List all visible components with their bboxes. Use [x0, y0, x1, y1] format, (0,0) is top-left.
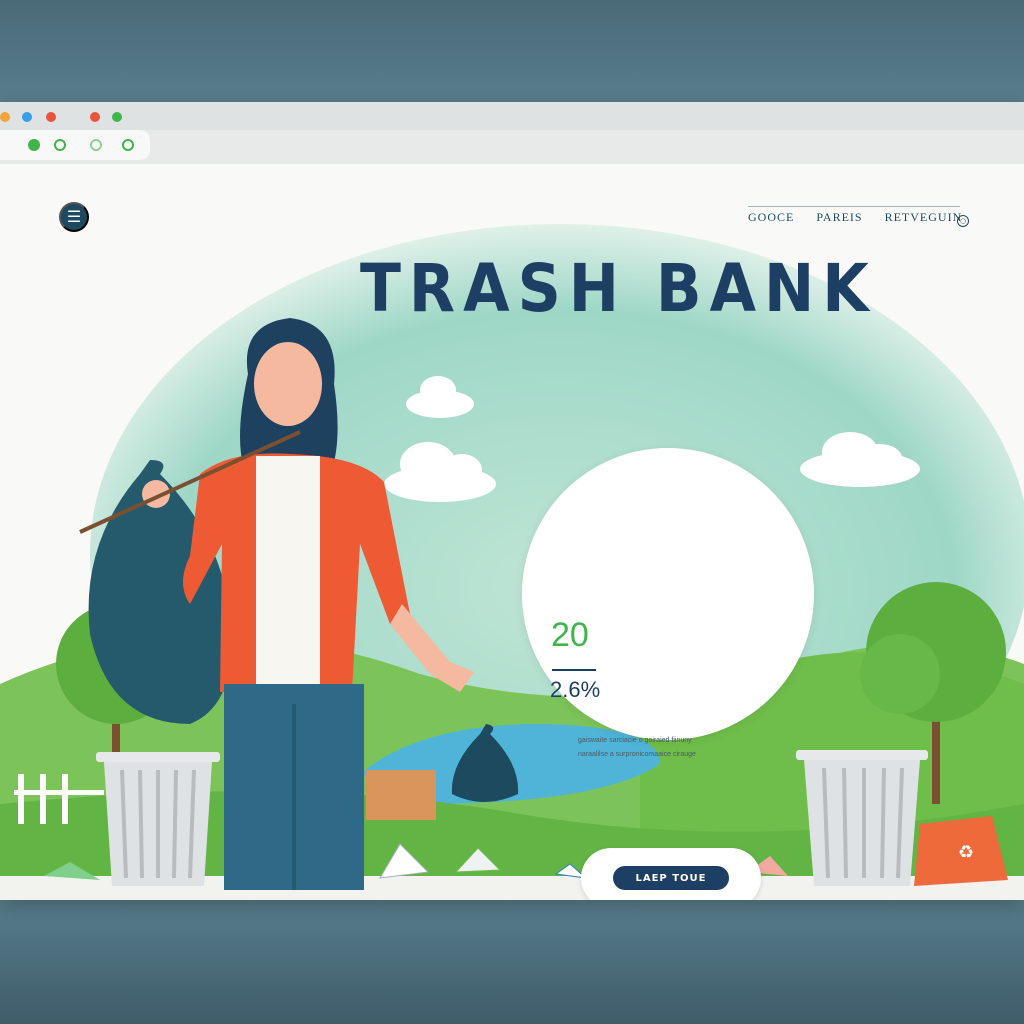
page-content: ♻ ☰ GOOCE PAREIS RETVEGUIN ○ TRASH BANK …: [0, 164, 1024, 900]
nav-item-2[interactable]: PAREIS: [816, 210, 862, 224]
caption-line-1: gaiswaite sarciacie o goiraied fiinuny: [578, 737, 692, 744]
window-dot-5[interactable]: [112, 112, 122, 122]
top-nav: GOOCE PAREIS RETVEGUIN: [748, 210, 980, 225]
stat-value: 20: [551, 616, 589, 654]
tab-bar: [0, 130, 1024, 165]
window-dot-4[interactable]: [90, 112, 100, 122]
window-dot-2[interactable]: [22, 112, 32, 122]
tab-ring-2[interactable]: [54, 139, 66, 151]
nav-divider: [748, 206, 960, 207]
menu-button[interactable]: ☰: [59, 202, 89, 232]
svg-text:♻: ♻: [958, 842, 974, 863]
recycle-box: ♻: [914, 816, 1008, 886]
stat-percent: 2.6%: [550, 677, 601, 702]
trash-bin-left: [96, 752, 220, 886]
cardboard-boxes: [366, 770, 436, 820]
circle-icon[interactable]: ○: [957, 215, 969, 227]
title-bar: [0, 102, 1024, 130]
cta-button[interactable]: LAEP TOUE: [613, 866, 729, 890]
tab-ring-4[interactable]: [122, 139, 134, 151]
nav-item-1[interactable]: GOOCE: [748, 210, 794, 224]
stat-caption: gaiswaite sarciacie o goiraied fiinuny n…: [578, 734, 758, 762]
stat-divider: [552, 669, 596, 671]
cta-pill[interactable]: LAEP TOUE: [581, 848, 761, 900]
browser-window: ♻ ☰ GOOCE PAREIS RETVEGUIN ○ TRASH BANK …: [0, 102, 1024, 900]
trash-bin-right: [796, 750, 928, 886]
browser-tab[interactable]: [0, 130, 150, 160]
nav-item-3[interactable]: RETVEGUIN: [885, 210, 963, 224]
tab-ring-3[interactable]: [90, 139, 102, 151]
caption-line-2: naraalilse a surpronicomaaice cirauge: [578, 751, 696, 758]
window-dot-1[interactable]: [0, 112, 10, 122]
tab-ring-1[interactable]: [28, 139, 40, 151]
window-dot-3[interactable]: [46, 112, 56, 122]
hamburger-icon: ☰: [66, 209, 82, 226]
page-title: TRASH BANK: [360, 250, 877, 328]
